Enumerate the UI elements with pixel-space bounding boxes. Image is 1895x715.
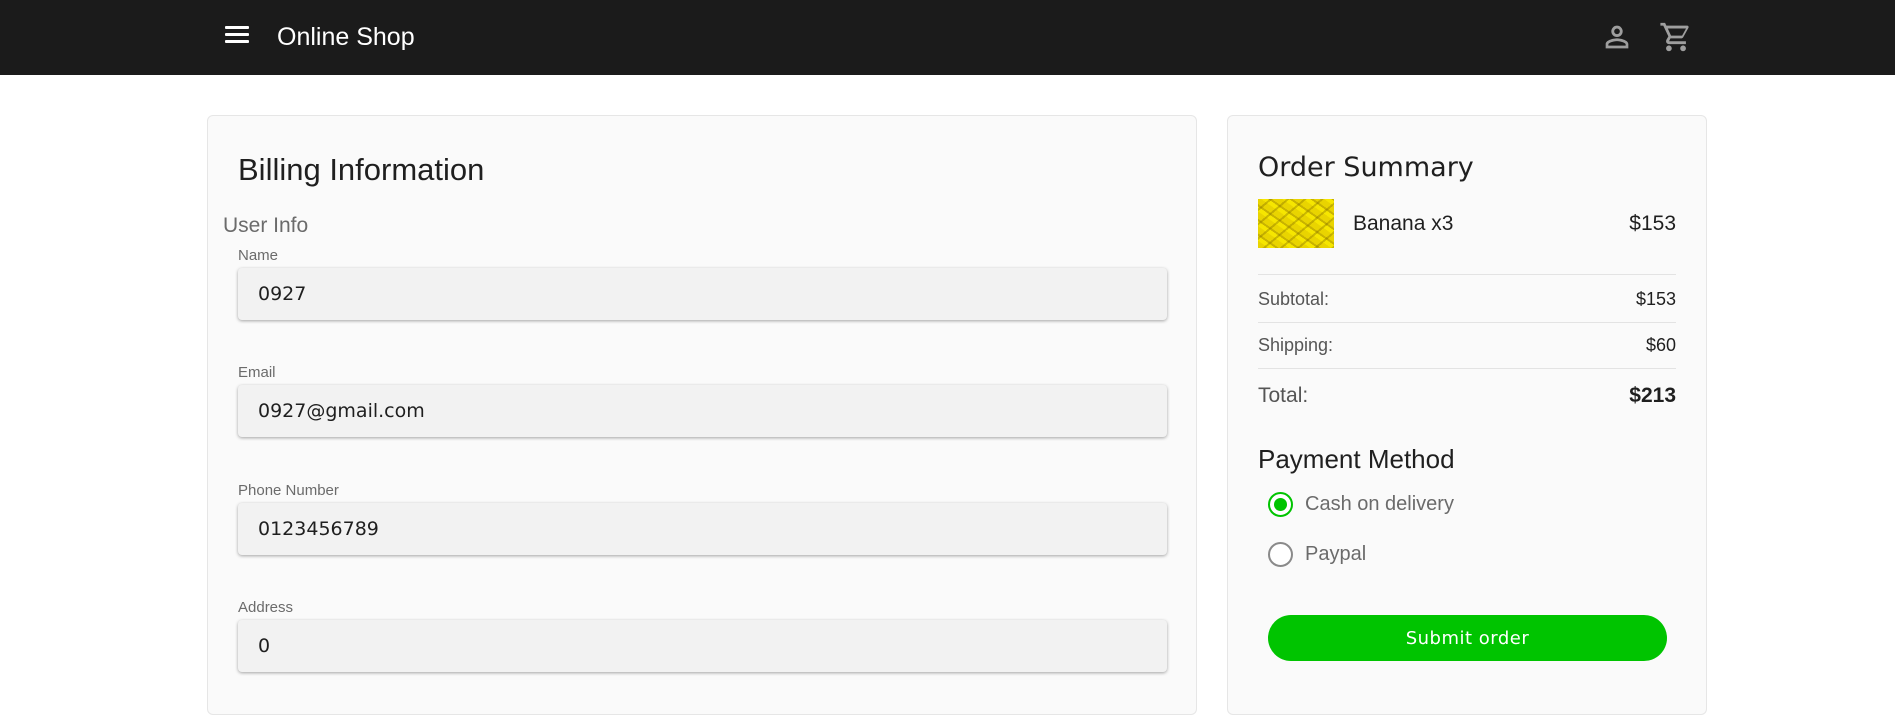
top-app-bar: Online Shop [0, 0, 1895, 75]
shipping-row: Shipping: $60 [1258, 335, 1676, 356]
name-field[interactable] [238, 268, 1167, 320]
divider [1258, 368, 1676, 369]
menu-icon[interactable] [222, 22, 252, 50]
divider [1258, 274, 1676, 275]
banana-image [1258, 199, 1334, 248]
total-row: Total: $213 [1258, 384, 1676, 408]
subtotal-row: Subtotal: $153 [1258, 289, 1676, 310]
shipping-value: $60 [1645, 335, 1676, 355]
shipping-label: Shipping: [1258, 335, 1334, 355]
item-name: Banana x3 [1353, 212, 1454, 235]
radio-unchecked-icon[interactable] [1268, 542, 1293, 567]
billing-card: Billing Information User Info Name Email… [207, 115, 1197, 715]
payment-option-label: Paypal [1305, 543, 1367, 565]
payment-option-paypal[interactable]: Paypal [1268, 540, 1408, 568]
user-info-label: User Info [223, 214, 309, 237]
email-label: Email [238, 364, 276, 381]
address-label: Address [238, 599, 294, 616]
billing-title: Billing Information [238, 152, 485, 187]
subtotal-label: Subtotal: [1258, 289, 1330, 309]
submit-order-button[interactable]: Submit order [1268, 615, 1667, 661]
app-title: Online Shop [277, 23, 415, 51]
item-price: $153 [1629, 212, 1676, 235]
email-field[interactable] [238, 385, 1167, 437]
payment-method-title: Payment Method [1258, 444, 1455, 474]
payment-option-label: Cash on delivery [1305, 493, 1454, 515]
payment-option-cash[interactable]: Cash on delivery [1268, 490, 1508, 518]
order-summary-card: Order Summary Banana x3 $153 Subtotal: $… [1227, 115, 1707, 715]
radio-checked-icon[interactable] [1268, 492, 1293, 517]
subtotal-value: $153 [1635, 289, 1676, 309]
order-summary-title: Order Summary [1258, 152, 1474, 183]
address-field[interactable] [238, 620, 1167, 672]
name-label: Name [238, 247, 279, 264]
total-label: Total: [1258, 384, 1309, 407]
phone-label: Phone Number [238, 482, 339, 499]
account-icon[interactable] [1600, 20, 1634, 54]
cart-icon[interactable] [1659, 20, 1693, 54]
phone-field[interactable] [238, 503, 1167, 555]
divider [1258, 322, 1676, 323]
total-value: $213 [1629, 384, 1676, 407]
